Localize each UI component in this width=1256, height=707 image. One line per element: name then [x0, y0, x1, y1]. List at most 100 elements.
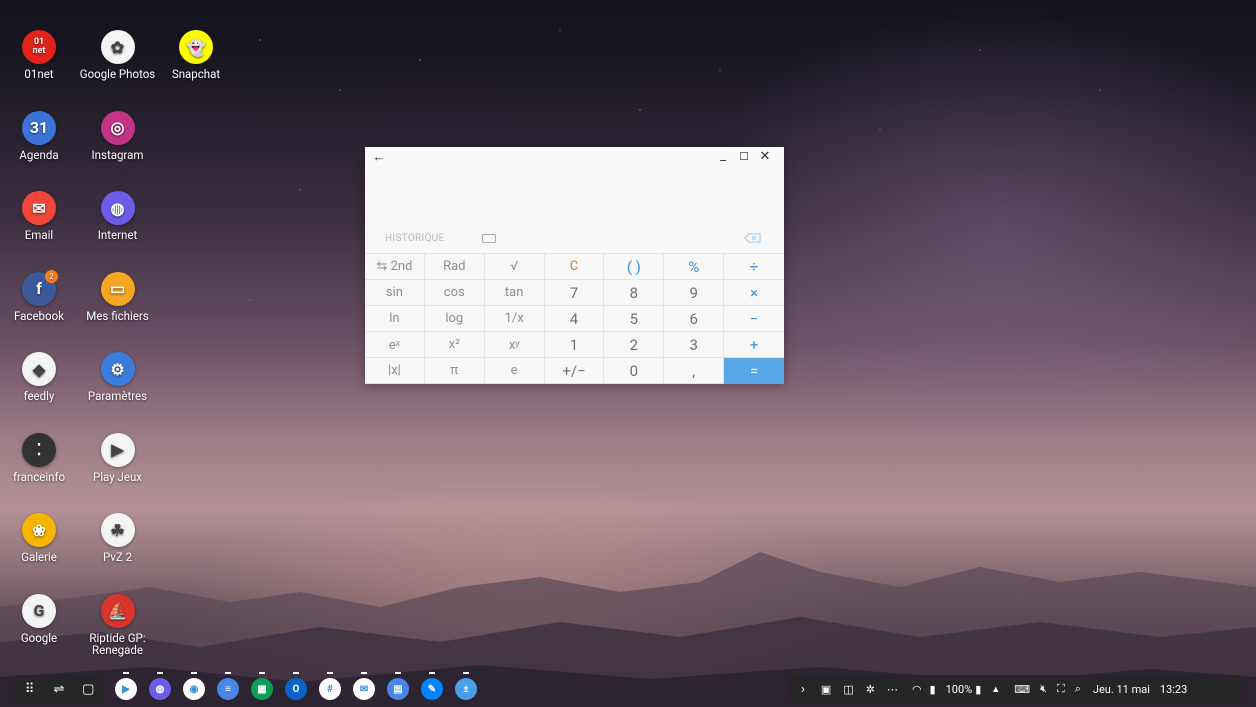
home-icon[interactable]: ▢ [78, 682, 98, 697]
calc-key-33[interactable]: , [664, 358, 725, 384]
calc-key-14[interactable]: ln [365, 306, 425, 332]
wifi-icon[interactable]: ◠ [912, 683, 922, 696]
desktop-app-6[interactable]: ◍ Internet [78, 191, 158, 241]
expand-tray-icon[interactable]: › [801, 682, 805, 697]
calc-key-34[interactable]: = [724, 358, 784, 384]
calc-key-6[interactable]: ÷ [724, 254, 784, 280]
recent-apps-icon[interactable]: ⇌ [49, 682, 69, 697]
play-store-icon[interactable]: ▶ [115, 678, 137, 700]
desktop-app-8[interactable]: ▭ Mes fichiers [78, 271, 158, 322]
calc-key-9[interactable]: tan [484, 280, 545, 306]
clock[interactable]: 13:23 [1160, 683, 1187, 696]
apps-grid-icon[interactable]: ⠿ [20, 682, 40, 697]
calc-key-0[interactable]: ⇆ 2nd [365, 254, 425, 280]
calc-key-29[interactable]: π [424, 358, 485, 384]
calc-key-1[interactable]: Rad [424, 254, 485, 280]
calculator-titlebar[interactable]: ← _ ☐ ✕ [365, 147, 784, 167]
desktop-app-9[interactable]: ◆ feedly [0, 352, 79, 402]
search-icon[interactable]: ⌕ [1075, 682, 1081, 696]
desktop-app-11[interactable]: ⁚ franceinfo [0, 432, 79, 483]
calc-key-30[interactable]: e [484, 358, 545, 384]
desktop-app-4[interactable]: ◎ Instagram [78, 110, 158, 161]
system-tray: › ▣ ◫ ✲ ⋯ ◠ ▮ 100% ▮ ▲ ⌨ 🔇︎ ⛶ ⌕ Jeu. 11 … [789, 675, 1241, 703]
slack-icon[interactable]: # [319, 678, 341, 700]
calc-key-25[interactable]: 2 [604, 332, 665, 358]
app-icon: ⁚ [22, 432, 56, 467]
calc-key-2[interactable]: √ [484, 254, 545, 280]
keyboard-icon[interactable] [482, 234, 496, 243]
desktop-app-16[interactable]: ⛵ Riptide GP: Renegade [78, 593, 158, 656]
maximize-icon[interactable]: ☐ [735, 150, 753, 163]
keyboard-tray-icon[interactable]: ⌨ [1014, 683, 1030, 696]
calc-key-23[interactable]: xʸ [484, 332, 545, 358]
backspace-icon[interactable] [744, 233, 761, 243]
mail-icon[interactable]: ✉ [353, 678, 375, 700]
samsung-internet-icon[interactable]: ◍ [149, 678, 171, 700]
calc-key-18[interactable]: 5 [604, 306, 665, 332]
desktop-app-14[interactable]: ☘ PvZ 2 [78, 513, 158, 563]
running-indicator [293, 672, 299, 674]
history-bar: HISTORIQUE [365, 227, 784, 253]
calculator-icon[interactable]: ± [455, 678, 477, 700]
calc-key-7[interactable]: sin [365, 280, 425, 306]
app-icon: ▭ [100, 271, 135, 306]
more-notifs-icon[interactable]: ⋯ [887, 683, 898, 696]
slack-notif-icon[interactable]: ✲ [866, 683, 875, 696]
desktop-app-2[interactable]: 👻 Snapchat [156, 30, 236, 80]
chrome-icon[interactable]: ◉ [183, 678, 205, 700]
calculator-display [365, 167, 784, 227]
desktop-app-5[interactable]: ✉ Email [0, 191, 79, 241]
date[interactable]: Jeu. 11 mai [1093, 683, 1150, 696]
calc-key-4[interactable]: ( ) [604, 254, 665, 280]
docs-icon[interactable]: ≡ [217, 678, 239, 700]
calc-key-8[interactable]: cos [424, 280, 485, 306]
caret-up-icon[interactable]: ▲ [991, 684, 1000, 695]
app-label: Google Photos [79, 67, 156, 81]
calc-key-26[interactable]: 3 [664, 332, 725, 358]
calc-key-17[interactable]: 4 [544, 306, 605, 332]
calc-key-32[interactable]: 0 [604, 358, 665, 384]
mute-icon[interactable]: 🔇︎ [1040, 682, 1047, 696]
app-icon: ✿ [100, 30, 135, 64]
running-indicator [395, 672, 401, 674]
calc-key-21[interactable]: eˣ [365, 332, 425, 358]
calc-key-13[interactable]: × [724, 280, 784, 306]
messenger-icon[interactable]: ✎ [421, 678, 443, 700]
desktop-app-15[interactable]: G Google [0, 593, 79, 644]
calc-key-24[interactable]: 1 [544, 332, 605, 358]
desktop-app-1[interactable]: ✿ Google Photos [78, 30, 158, 80]
app-label: Play Jeux [92, 469, 142, 484]
calc-key-5[interactable]: % [664, 254, 725, 280]
calc-key-31[interactable]: +/− [544, 358, 605, 384]
back-arrow-icon[interactable]: ← [370, 149, 388, 165]
screenshot-icon[interactable]: ⛶ [1057, 682, 1065, 696]
calc-key-16[interactable]: 1/x [484, 306, 545, 332]
desktop-app-0[interactable]: 01 net 01net [0, 30, 79, 80]
desktop-app-13[interactable]: ❀ Galerie [0, 513, 79, 563]
app-icon: ◎ [100, 110, 135, 145]
calc-key-28[interactable]: |x| [365, 358, 425, 384]
calc-key-15[interactable]: log [424, 306, 485, 332]
camera-notif-icon[interactable]: ◫ [843, 683, 853, 696]
desktop-app-7[interactable]: f 2 Facebook [0, 269, 79, 322]
calc-key-27[interactable]: + [724, 332, 784, 358]
close-icon[interactable]: ✕ [756, 149, 774, 164]
minimize-icon[interactable]: _ [714, 149, 732, 164]
files-icon[interactable]: ▤ [387, 678, 409, 700]
desktop-app-3[interactable]: 31 Agenda [0, 110, 79, 161]
desktop-app-10[interactable]: ⚙ Paramètres [78, 352, 158, 402]
calc-key-3[interactable]: C [544, 254, 605, 280]
desktop-app-12[interactable]: ▶ Play Jeux [78, 432, 158, 484]
calc-key-12[interactable]: 9 [664, 280, 725, 306]
outlook-icon[interactable]: O [285, 678, 307, 700]
calc-key-22[interactable]: x² [424, 332, 485, 358]
sheets-icon[interactable]: ▦ [251, 678, 273, 700]
history-button[interactable]: HISTORIQUE [385, 233, 444, 244]
running-indicator [327, 672, 333, 674]
gallery-notif-icon[interactable]: ▣ [821, 683, 831, 696]
calc-key-19[interactable]: 6 [664, 306, 725, 332]
app-label: PvZ 2 [102, 550, 133, 564]
calc-key-10[interactable]: 7 [544, 280, 605, 306]
calc-key-20[interactable]: − [724, 306, 784, 332]
calc-key-11[interactable]: 8 [604, 280, 665, 306]
